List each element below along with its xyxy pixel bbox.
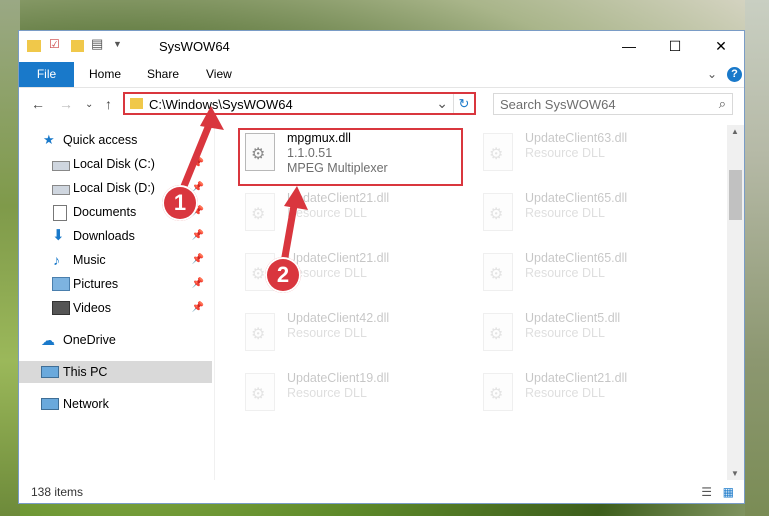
annotation-arrows bbox=[176, 106, 308, 272]
step-badge-2: 2 bbox=[265, 257, 301, 293]
step-badge-1: 1 bbox=[162, 185, 198, 221]
